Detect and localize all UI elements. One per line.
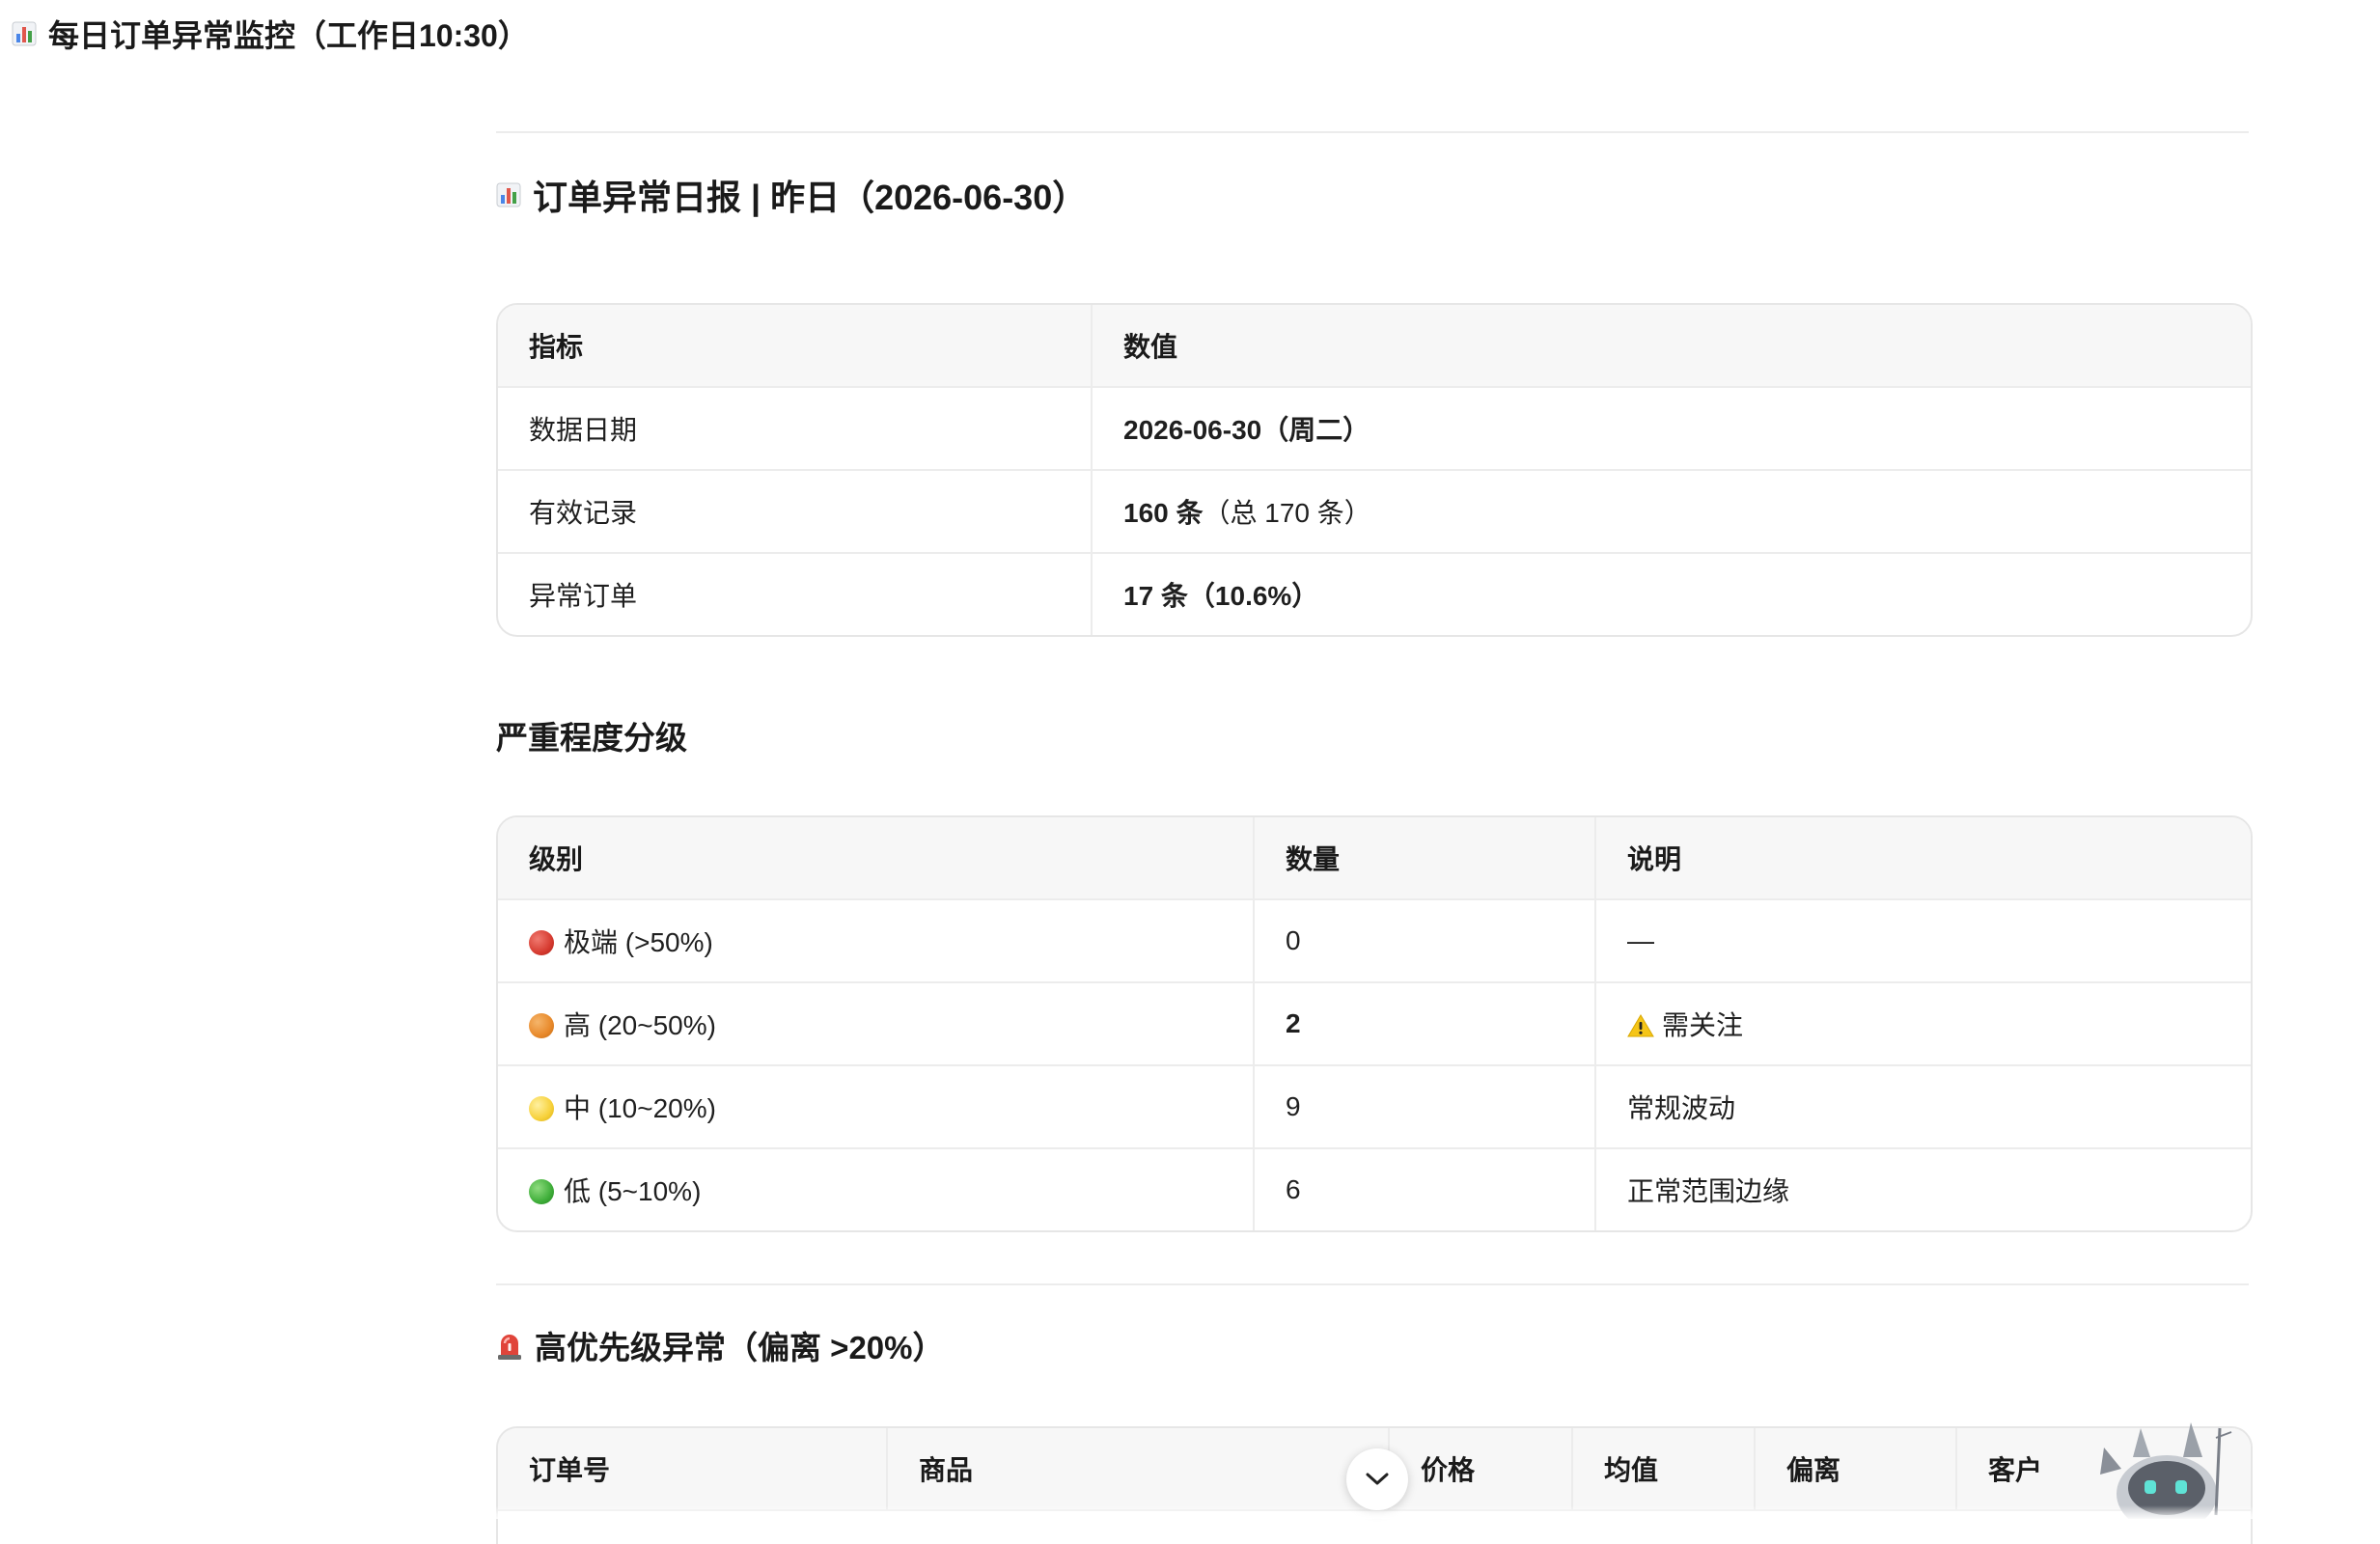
column-header: 均值 — [1572, 1428, 1756, 1511]
divider — [496, 1283, 2249, 1285]
metric-value: 17 条（10.6%） — [1092, 553, 2251, 635]
metric-value-bold: 160 条 — [1123, 498, 1204, 528]
table-row: 极端 (>50%) 0 — — [498, 899, 2251, 983]
siren-icon — [498, 1335, 521, 1360]
yellow-circle-icon — [529, 1096, 554, 1121]
metric-value-bold: 2026-06-30（周二） — [1123, 415, 1370, 445]
severity-count: 6 — [1254, 1148, 1596, 1230]
table-row: 高 (20~50%) 2 需关注 — [498, 982, 2251, 1066]
metric-value: 160 条（总 170 条） — [1092, 470, 2251, 554]
column-header: 偏离 — [1755, 1428, 1957, 1511]
table-row: 数据日期 2026-06-30（周二） — [498, 387, 2251, 471]
column-header: 价格 — [1389, 1428, 1573, 1511]
severity-note: 正常范围边缘 — [1627, 1176, 1790, 1206]
severity-count: 2 — [1254, 982, 1596, 1066]
page-title: 每日订单异常监控（工作日10:30） — [48, 18, 529, 53]
table-row: 异常订单 17 条（10.6%） — [498, 553, 2251, 635]
metric-value: 2026-06-30（周二） — [1092, 387, 2251, 471]
column-header: 级别 — [498, 817, 1255, 900]
warning-icon — [1627, 1014, 1654, 1037]
table-row: 有效记录 160 条（总 170 条） — [498, 470, 2251, 554]
chevron-down-icon — [1366, 1473, 1389, 1485]
severity-level-label: 极端 (>50%) — [564, 927, 713, 957]
metric-label: 异常订单 — [498, 553, 1093, 635]
priority-title: 高优先级异常（偏离 >20%） — [535, 1330, 945, 1365]
severity-level: 中 (10~20%) — [498, 1065, 1255, 1149]
metric-label: 数据日期 — [498, 387, 1093, 471]
report-heading: 订单异常日报 | 昨日（2026-06-30） — [496, 172, 1087, 218]
column-header: 商品 — [887, 1428, 1390, 1511]
severity-level-label: 中 (10~20%) — [564, 1093, 716, 1123]
scroll-to-bottom-button[interactable] — [1346, 1448, 1408, 1510]
column-header: 订单号 — [498, 1428, 888, 1511]
severity-count: 9 — [1254, 1065, 1596, 1149]
robot-mascot-icon — [2100, 1422, 2232, 1519]
severity-level: 极端 (>50%) — [498, 899, 1255, 983]
severity-count: 0 — [1254, 899, 1596, 983]
column-header: 指标 — [498, 305, 1093, 388]
severity-table: 级别 数量 说明 极端 (>50%) 0 — 高 (20~50%) 2 需关注 … — [496, 815, 2253, 1232]
column-header: 数值 — [1092, 305, 2251, 388]
priority-heading: 高优先级异常（偏离 >20%） — [496, 1322, 945, 1368]
metric-value-bold: 17 条（10.6%） — [1123, 581, 1319, 611]
divider — [496, 131, 2249, 133]
page-title-row: 每日订单异常监控（工作日10:30） — [12, 10, 529, 58]
orange-circle-icon — [529, 1013, 554, 1038]
table-header-row: 级别 数量 说明 — [498, 817, 2251, 900]
severity-note: — — [1595, 899, 2251, 983]
metric-label: 有效记录 — [498, 470, 1093, 554]
severity-level-label: 高 (20~50%) — [564, 1010, 716, 1040]
report-title: 订单异常日报 | 昨日（2026-06-30） — [533, 178, 1088, 217]
green-circle-icon — [529, 1179, 554, 1204]
table-row: 中 (10~20%) 9 常规波动 — [498, 1065, 2251, 1149]
table-header-row: 指标 数值 — [498, 305, 2251, 388]
bar-chart-icon — [12, 21, 37, 46]
severity-level: 低 (5~10%) — [498, 1148, 1255, 1230]
column-header: 说明 — [1595, 817, 2251, 900]
red-circle-icon — [529, 930, 554, 955]
column-header: 数量 — [1254, 817, 1596, 900]
severity-heading: 严重程度分级 — [496, 720, 687, 756]
metric-value-note: （总 170 条） — [1203, 498, 1371, 528]
severity-note: 常规波动 — [1595, 1065, 2251, 1149]
severity-level-label: 低 (5~10%) — [564, 1176, 702, 1206]
summary-table: 指标 数值 数据日期 2026-06-30（周二） 有效记录 160 条（总 1… — [496, 303, 2253, 637]
bottom-fade — [0, 1505, 2380, 1519]
bar-chart-icon — [496, 182, 521, 207]
severity-note-text: 需关注 — [1662, 1010, 1744, 1040]
severity-level: 高 (20~50%) — [498, 982, 1255, 1066]
severity-note: 需关注 — [1595, 982, 2251, 1066]
table-row: 低 (5~10%) 6 正常范围边缘 — [498, 1148, 2251, 1230]
